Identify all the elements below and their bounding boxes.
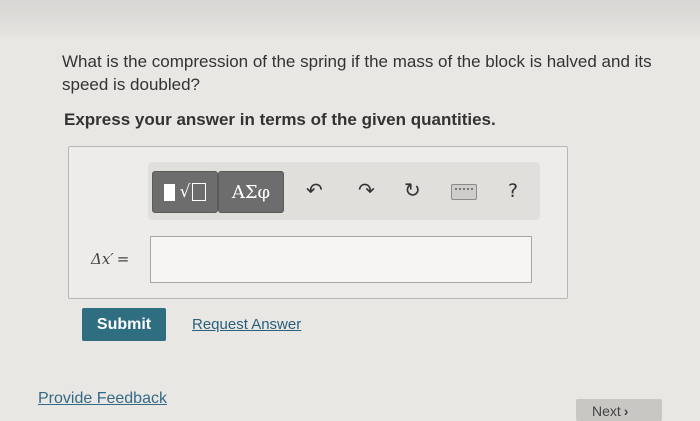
redo-icon[interactable]: ↷ <box>358 178 375 202</box>
provide-feedback-link[interactable]: Provide Feedback <box>38 390 167 408</box>
greek-symbols-button[interactable]: ΑΣφ <box>218 171 284 213</box>
root-icon: √ <box>179 182 191 202</box>
help-icon[interactable]: ? <box>508 180 518 202</box>
undo-icon[interactable]: ↶ <box>306 178 323 202</box>
instruction-text: Express your answer in terms of the give… <box>64 110 496 129</box>
request-answer-link[interactable]: Request Answer <box>192 316 301 333</box>
keyboard-icon[interactable] <box>451 184 477 200</box>
top-band <box>0 0 700 38</box>
question-text: What is the compression of the spring if… <box>62 52 652 94</box>
templates-button[interactable]: √ <box>152 171 218 213</box>
template-box-icon <box>192 183 207 201</box>
variable-label: Δx′ <box>91 250 114 268</box>
equals-sign: = <box>116 250 130 268</box>
template-square-icon <box>163 183 175 201</box>
reset-icon[interactable]: ↻ <box>404 178 421 202</box>
answer-label: Δx′ = <box>91 250 129 268</box>
next-button[interactable]: Next › <box>576 399 662 421</box>
submit-button[interactable]: Submit <box>82 308 166 341</box>
answer-input[interactable] <box>150 236 532 283</box>
